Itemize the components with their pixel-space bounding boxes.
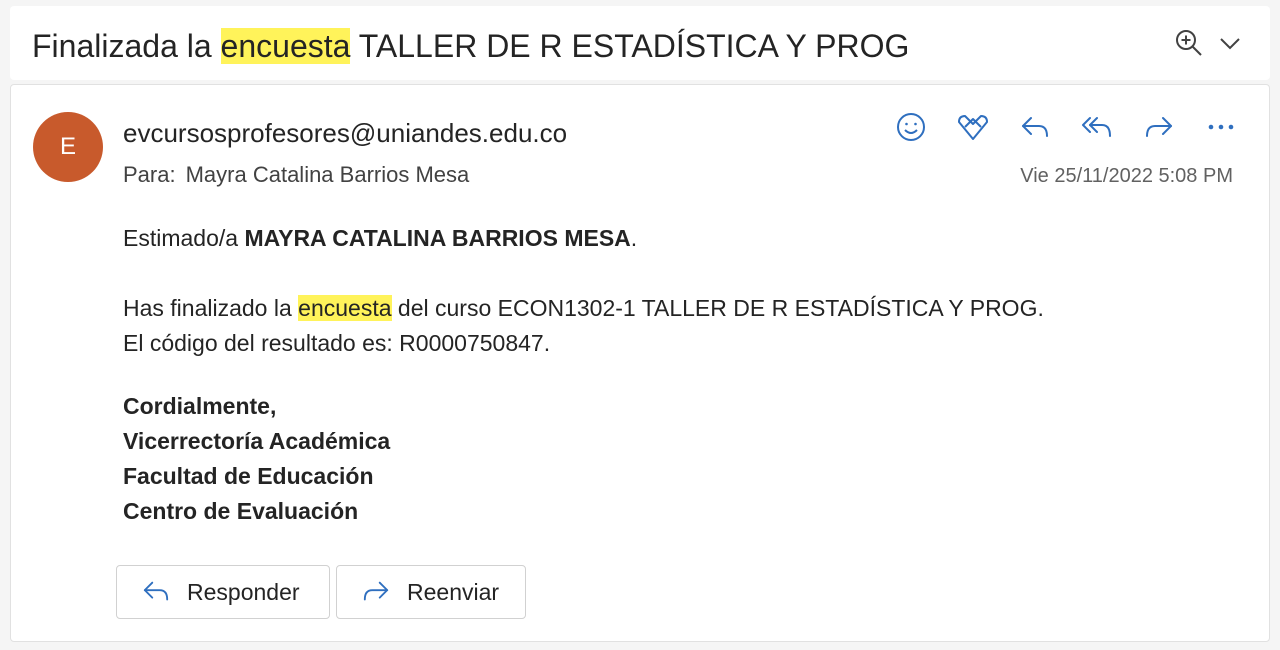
reply-icon[interactable] — [1015, 107, 1055, 147]
subject-title: Finalizada la encuesta TALLER DE R ESTAD… — [32, 26, 909, 66]
message-card: E evcursosprofesores@uniandes.edu.co Par… — [10, 84, 1270, 642]
forward-icon — [363, 581, 389, 601]
reply-icon — [143, 581, 169, 601]
signature-line-4: Centro de Evaluación — [123, 498, 359, 524]
greeting-name: MAYRA CATALINA BARRIOS MESA — [244, 225, 631, 251]
body-line-1-prefix: Has finalizado la — [123, 295, 299, 321]
reply-all-icon[interactable] — [1077, 107, 1117, 147]
zoom-in-icon[interactable] — [1174, 28, 1204, 58]
subject-suffix: TALLER DE R ESTADÍSTICA Y PROG — [350, 28, 910, 64]
message-body: Estimado/a MAYRA CATALINA BARRIOS MESA. … — [123, 221, 1044, 529]
reply-button[interactable]: Responder — [116, 565, 330, 619]
body-line-1: Has finalizado la encuesta del curso ECO… — [123, 291, 1044, 326]
body-line-2: El código del resultado es: R0000750847. — [123, 330, 551, 356]
subject-prefix: Finalizada la — [32, 28, 221, 64]
reply-button-label: Responder — [187, 578, 300, 605]
signature-line-1: Cordialmente, — [123, 393, 277, 419]
heart-icon[interactable] — [953, 107, 993, 147]
avatar: E — [33, 112, 103, 182]
subject-tools — [1174, 28, 1242, 58]
to-label: Para: — [123, 162, 176, 187]
recipient-name[interactable]: Mayra Catalina Barrios Mesa — [186, 162, 470, 187]
greeting-prefix: Estimado/a — [123, 225, 245, 251]
forward-icon[interactable] — [1139, 107, 1179, 147]
signature-line-2: Vicerrectoría Académica — [123, 428, 391, 454]
forward-button-label: Reenviar — [407, 578, 500, 605]
greeting-suffix: . — [630, 225, 638, 251]
subject-bar: Finalizada la encuesta TALLER DE R ESTAD… — [10, 6, 1270, 80]
forward-button[interactable]: Reenviar — [336, 565, 526, 619]
greeting-line: Estimado/a MAYRA CATALINA BARRIOS MESA. — [123, 221, 1044, 256]
sender-address[interactable]: evcursosprofesores@uniandes.edu.co — [123, 116, 567, 150]
subject-highlight: encuesta — [220, 28, 351, 64]
signature-line-3: Facultad de Educación — [123, 463, 374, 489]
more-icon[interactable] — [1201, 107, 1241, 147]
smiley-icon[interactable] — [891, 107, 931, 147]
recipient-line: Para: Mayra Catalina Barrios Mesa — [123, 161, 469, 189]
body-highlight: encuesta — [298, 295, 392, 321]
chevron-down-icon[interactable] — [1218, 31, 1242, 55]
message-actions — [891, 107, 1241, 147]
body-line-1-suffix: del curso ECON1302-1 TALLER DE R ESTADÍS… — [391, 295, 1044, 321]
message-date: Vie 25/11/2022 5:08 PM — [1020, 165, 1233, 187]
